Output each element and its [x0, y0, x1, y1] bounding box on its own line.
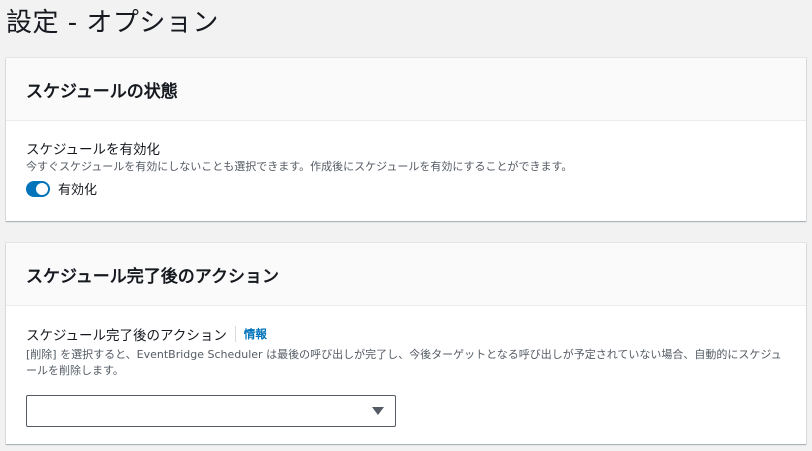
post-completion-panel: スケジュール完了後のアクション スケジュール完了後のアクション 情報 [削除] … [6, 243, 806, 444]
info-link[interactable]: 情報 [244, 326, 267, 342]
post-completion-body: スケジュール完了後のアクション 情報 [削除] を選択すると、EventBrid… [6, 306, 806, 427]
enable-schedule-description: 今すぐスケジュールを有効にしないことも選択できます。作成後にスケジュールを有効に… [26, 160, 573, 173]
schedule-state-panel: スケジュールの状態 スケジュールを有効化 今すぐスケジュールを有効にしないことも… [6, 58, 806, 221]
page-title: 設定 - オプション [6, 8, 219, 38]
info-divider [234, 326, 236, 342]
caret-down-icon [372, 407, 384, 415]
post-completion-action-label: スケジュール完了後のアクション [26, 328, 227, 344]
schedule-state-heading: スケジュールの状態 [6, 58, 806, 121]
enable-schedule-label: スケジュールを有効化 [26, 142, 161, 158]
enable-toggle-label[interactable]: 有効化 [58, 179, 97, 198]
toggle-knob [36, 182, 48, 195]
enable-toggle-row[interactable]: 有効化 [26, 179, 786, 198]
post-completion-action-select[interactable] [26, 395, 396, 427]
post-completion-heading: スケジュール完了後のアクション [6, 243, 806, 306]
schedule-state-body: スケジュールを有効化 今すぐスケジュールを有効にしないことも選択できます。作成後… [6, 121, 806, 198]
post-completion-description: [削除] を選択すると、EventBridge Scheduler は最後の呼び… [26, 348, 782, 377]
enable-toggle[interactable] [26, 180, 50, 197]
post-completion-label-row: スケジュール完了後のアクション 情報 [26, 324, 786, 344]
